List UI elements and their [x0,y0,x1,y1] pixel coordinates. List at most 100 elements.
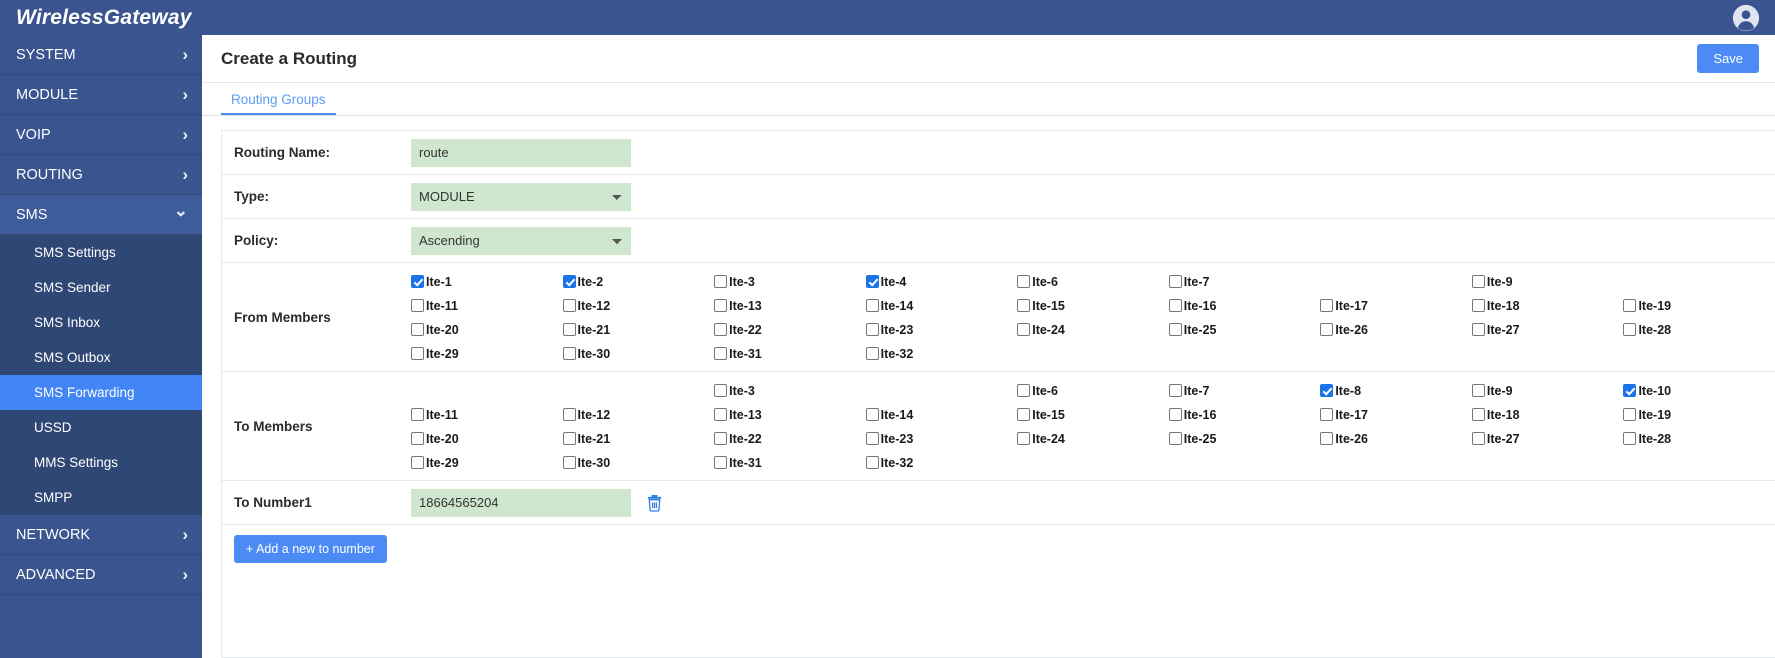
checkbox-ite-29[interactable] [411,456,424,469]
sidebar-item-sms-sender[interactable]: SMS Sender [0,270,202,305]
checkbox-cell-ite-11[interactable]: Ite-11 [411,296,563,315]
checkbox-ite-19[interactable] [1623,299,1637,312]
user-circle-icon[interactable] [1731,3,1761,33]
checkbox-cell-ite-15[interactable]: Ite-15 [1017,296,1169,315]
checkbox-ite-13[interactable] [714,299,728,312]
checkbox-ite-11[interactable] [411,299,424,312]
checkbox-cell-ite-26[interactable]: Ite-26 [1320,429,1472,448]
checkbox-cell-ite-28[interactable]: Ite-28 [1623,320,1775,339]
checkbox-ite-28[interactable] [1623,323,1637,336]
checkbox-cell-ite-11[interactable]: Ite-11 [411,405,563,424]
checkbox-cell-ite-20[interactable]: Ite-20 [411,429,563,448]
checkbox-cell-ite-24[interactable]: Ite-24 [1017,429,1169,448]
checkbox-ite-10[interactable] [1623,384,1637,397]
checkbox-ite-11[interactable] [411,408,424,421]
checkbox-ite-16[interactable] [1168,408,1182,421]
checkbox-ite-4[interactable] [865,275,879,288]
policy-select[interactable]: Ascending [411,226,631,255]
checkbox-ite-19[interactable] [1623,408,1637,421]
checkbox-cell-ite-26[interactable]: Ite-26 [1320,320,1472,339]
checkbox-cell-ite-15[interactable]: Ite-15 [1017,405,1169,424]
checkbox-cell-ite-14[interactable]: Ite-14 [865,405,1018,424]
checkbox-cell-ite-16[interactable]: Ite-16 [1168,405,1321,424]
checkbox-cell-ite-27[interactable]: Ite-27 [1471,320,1624,339]
checkbox-cell-ite-18[interactable]: Ite-18 [1471,405,1624,424]
checkbox-cell-ite-25[interactable]: Ite-25 [1168,429,1321,448]
checkbox-cell-ite-24[interactable]: Ite-24 [1017,320,1169,339]
checkbox-ite-21[interactable] [562,323,576,336]
checkbox-cell-ite-17[interactable]: Ite-17 [1320,296,1472,315]
checkbox-ite-12[interactable] [562,299,576,312]
checkbox-cell-ite-31[interactable]: Ite-31 [714,453,866,472]
save-button[interactable]: Save [1697,44,1759,73]
checkbox-cell-ite-22[interactable]: Ite-22 [714,429,866,448]
checkbox-cell-ite-17[interactable]: Ite-17 [1320,405,1472,424]
checkbox-ite-26[interactable] [1320,323,1334,336]
checkbox-ite-3[interactable] [714,275,728,288]
checkbox-ite-17[interactable] [1320,408,1334,421]
checkbox-ite-32[interactable] [865,347,879,360]
to-number1-input[interactable] [411,488,631,517]
checkbox-ite-18[interactable] [1471,408,1485,421]
checkbox-cell-ite-3[interactable]: Ite-3 [714,272,866,291]
checkbox-cell-ite-10[interactable]: Ite-10 [1623,381,1775,400]
sidebar-item-advanced[interactable]: ADVANCED [0,555,202,595]
checkbox-cell-ite-31[interactable]: Ite-31 [714,344,866,363]
checkbox-cell-ite-2[interactable]: Ite-2 [562,272,715,291]
sidebar-item-ussd[interactable]: USSD [0,410,202,445]
checkbox-ite-23[interactable] [865,323,879,336]
checkbox-cell-ite-19[interactable]: Ite-19 [1623,296,1775,315]
checkbox-cell-ite-14[interactable]: Ite-14 [865,296,1018,315]
checkbox-cell-ite-8[interactable]: Ite-8 [1320,381,1472,400]
sidebar-item-sms-outbox[interactable]: SMS Outbox [0,340,202,375]
checkbox-ite-9[interactable] [1471,275,1485,288]
checkbox-ite-21[interactable] [562,432,576,445]
routing-name-input[interactable] [411,138,631,167]
checkbox-cell-ite-13[interactable]: Ite-13 [714,296,866,315]
checkbox-cell-ite-23[interactable]: Ite-23 [865,320,1018,339]
checkbox-ite-13[interactable] [714,408,728,421]
checkbox-ite-20[interactable] [411,323,424,336]
checkbox-ite-17[interactable] [1320,299,1334,312]
sidebar-item-module[interactable]: MODULE [0,75,202,115]
checkbox-cell-ite-12[interactable]: Ite-12 [562,296,715,315]
checkbox-cell-ite-30[interactable]: Ite-30 [562,453,715,472]
sidebar-item-voip[interactable]: VOIP [0,115,202,155]
sidebar-item-sms-inbox[interactable]: SMS Inbox [0,305,202,340]
checkbox-cell-ite-32[interactable]: Ite-32 [865,344,1018,363]
checkbox-ite-15[interactable] [1017,299,1031,312]
checkbox-ite-25[interactable] [1168,432,1182,445]
checkbox-ite-3[interactable] [714,384,728,397]
checkbox-ite-24[interactable] [1017,432,1031,445]
checkbox-ite-32[interactable] [865,456,879,469]
add-new-to-number-button[interactable]: + Add a new to number [234,535,387,563]
checkbox-ite-7[interactable] [1168,275,1182,288]
checkbox-ite-20[interactable] [411,432,424,445]
checkbox-ite-6[interactable] [1017,275,1031,288]
checkbox-ite-22[interactable] [714,432,728,445]
checkbox-cell-ite-18[interactable]: Ite-18 [1471,296,1624,315]
checkbox-ite-12[interactable] [562,408,576,421]
checkbox-ite-31[interactable] [714,456,728,469]
checkbox-ite-30[interactable] [562,456,576,469]
sidebar-item-smpp[interactable]: SMPP [0,480,202,515]
checkbox-cell-ite-16[interactable]: Ite-16 [1168,296,1321,315]
checkbox-ite-7[interactable] [1168,384,1182,397]
checkbox-ite-8[interactable] [1320,384,1334,397]
checkbox-cell-ite-21[interactable]: Ite-21 [562,320,715,339]
checkbox-cell-ite-1[interactable]: Ite-1 [411,272,563,291]
checkbox-ite-16[interactable] [1168,299,1182,312]
checkbox-ite-18[interactable] [1471,299,1485,312]
checkbox-cell-ite-30[interactable]: Ite-30 [562,344,715,363]
checkbox-cell-ite-13[interactable]: Ite-13 [714,405,866,424]
checkbox-cell-ite-27[interactable]: Ite-27 [1471,429,1624,448]
sidebar-item-sms[interactable]: SMS [0,195,202,235]
checkbox-cell-ite-3[interactable]: Ite-3 [714,381,866,400]
checkbox-cell-ite-12[interactable]: Ite-12 [562,405,715,424]
checkbox-ite-1[interactable] [411,275,424,288]
tab-routing-groups[interactable]: Routing Groups [221,83,336,115]
checkbox-ite-30[interactable] [562,347,576,360]
checkbox-ite-22[interactable] [714,323,728,336]
checkbox-ite-14[interactable] [865,408,879,421]
checkbox-ite-27[interactable] [1471,323,1485,336]
